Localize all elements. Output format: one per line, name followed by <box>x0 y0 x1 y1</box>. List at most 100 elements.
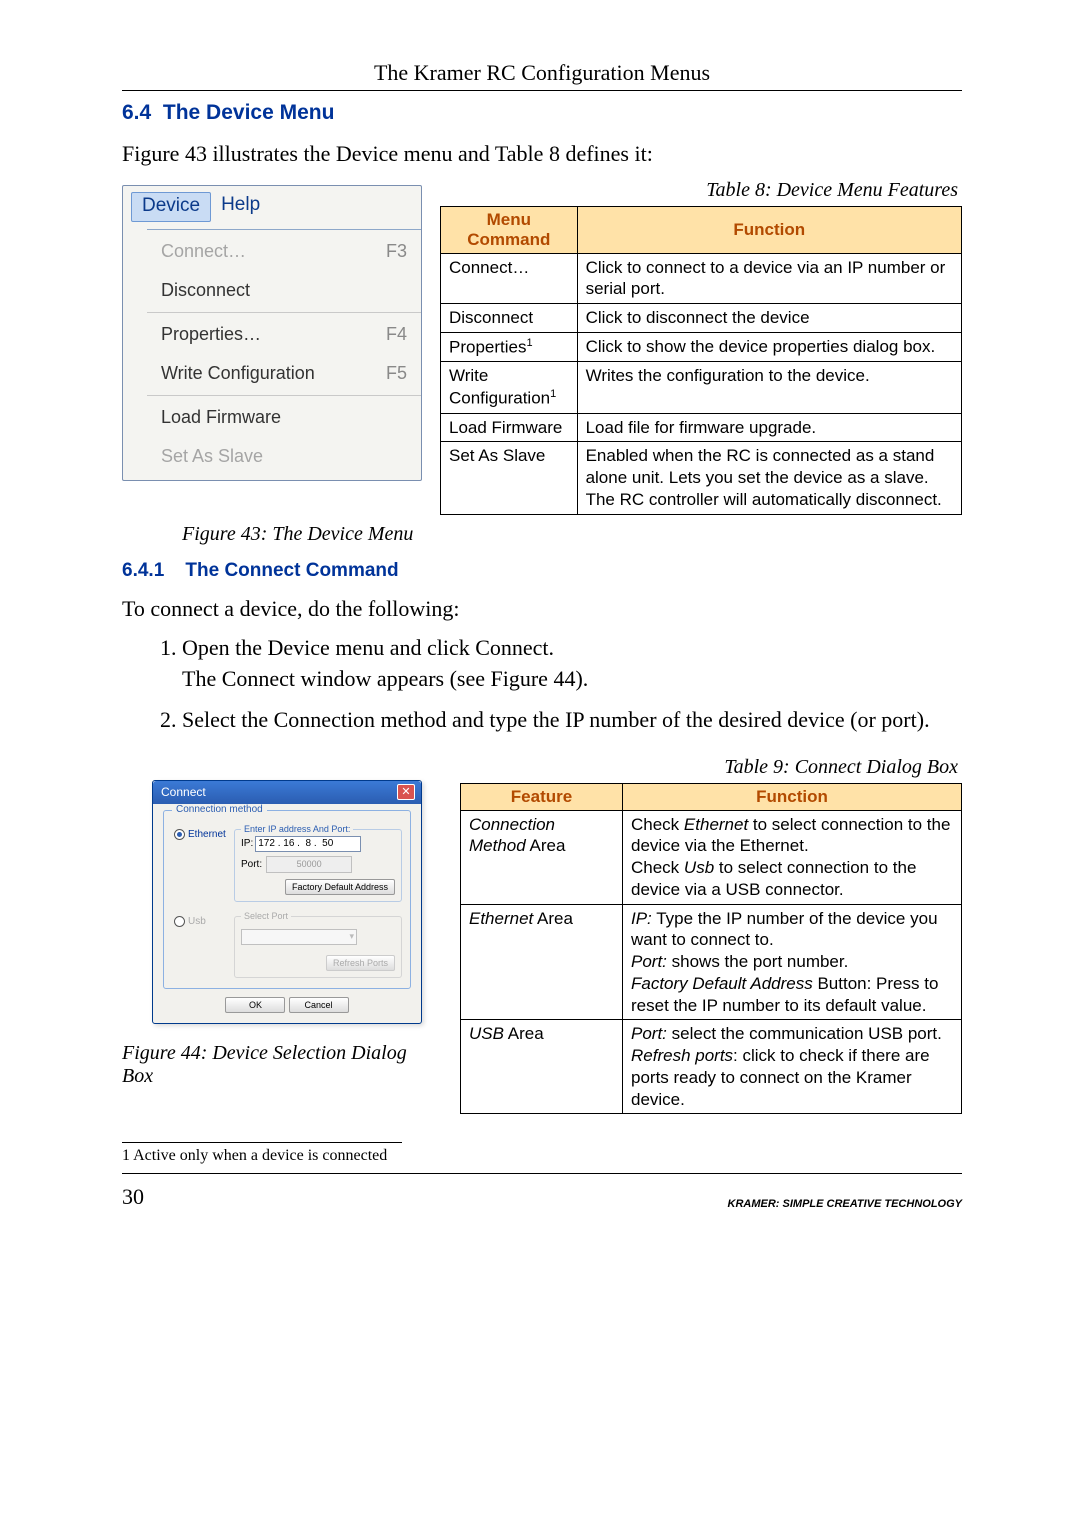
table-row: Write Configuration1 Writes the configur… <box>441 362 962 413</box>
port-input[interactable] <box>266 856 352 873</box>
menu-item-label: Disconnect <box>161 280 250 301</box>
menu-separator <box>147 395 421 396</box>
footer-rule <box>122 1173 962 1174</box>
table-cell: Click to show the device properties dial… <box>577 332 961 361</box>
radio-unselected-icon <box>174 916 185 927</box>
footer-tagline: KRAMER: SIMPLE CREATIVE TECHNOLOGY <box>728 1198 962 1210</box>
group-legend: Connection method <box>172 804 267 815</box>
table-cell: Disconnect <box>441 304 578 333</box>
running-header: The Kramer RC Configuration Menus <box>122 60 962 86</box>
table-8-caption: Table 8: Device Menu Features <box>440 179 962 202</box>
section-intro: Figure 43 illustrates the Device menu an… <box>122 139 962 169</box>
list-item: Open the Device menu and click Connect.T… <box>182 633 962 695</box>
device-dropdown: Connect… F3 Disconnect Properties… F4 Wr… <box>147 229 421 480</box>
page-number: 30 <box>122 1184 144 1210</box>
figure-44-caption: Figure 44: Device Selection Dialog Box <box>122 1042 430 1088</box>
radio-selected-icon <box>174 829 185 840</box>
table-row: Set As Slave Enabled when the RC is conn… <box>441 442 962 514</box>
steps-list: Open the Device menu and click Connect.T… <box>122 633 962 735</box>
menu-item-shortcut <box>395 280 407 301</box>
table-cell: Connect… <box>441 253 578 304</box>
table-row: Disconnect Click to disconnect the devic… <box>441 304 962 333</box>
table-header-cell: Function <box>577 206 961 253</box>
box-legend: Enter IP address And Port: <box>241 824 353 834</box>
menu-item-write-configuration[interactable]: Write Configuration F5 <box>147 354 421 393</box>
table-8: Menu Command Function Connect… Click to … <box>440 206 962 515</box>
table-cell: Load Firmware <box>441 413 578 442</box>
ip-label: IP: <box>241 838 253 849</box>
menu-item-shortcut: F4 <box>374 324 407 345</box>
port-label: Port: <box>241 859 262 870</box>
table-cell: Ethernet Area <box>461 904 623 1020</box>
table-cell: Writes the configuration to the device. <box>577 362 961 413</box>
table-row: Ethernet AreaIP: Type the IP number of t… <box>461 904 962 1020</box>
section-title: The Device Menu <box>163 101 335 124</box>
usb-box: Select Port ▾ Refresh Ports <box>234 916 402 978</box>
subsection-para: To connect a device, do the following: <box>122 594 962 624</box>
menu-item-label: Set As Slave <box>161 446 263 467</box>
table-cell: Enabled when the RC is connected as a st… <box>577 442 961 514</box>
table-header-cell: Function <box>623 783 962 810</box>
table-cell: Write Configuration1 <box>441 362 578 413</box>
table-header-cell: Menu Command <box>441 206 578 253</box>
table-9-caption: Table 9: Connect Dialog Box <box>460 756 962 779</box>
table-cell: Click to connect to a device via an IP n… <box>577 253 961 304</box>
dialog-titlebar: Connect ✕ <box>153 781 421 804</box>
table-9: Feature Function Connection Method AreaC… <box>460 783 962 1115</box>
menu-item-label: Connect… <box>161 241 246 262</box>
ip-input[interactable] <box>255 836 361 852</box>
menu-item-shortcut: F3 <box>374 241 407 262</box>
radio-label: Ethernet <box>188 829 226 840</box>
cancel-button[interactable]: Cancel <box>289 997 349 1013</box>
table-cell: Check Ethernet to select connection to t… <box>623 810 962 904</box>
menu-item-label: Load Firmware <box>161 407 281 428</box>
table-row: Properties1 Click to show the device pro… <box>441 332 962 361</box>
table-cell: Properties1 <box>441 332 578 361</box>
section-number: 6.4 <box>122 101 151 124</box>
factory-default-button[interactable]: Factory Default Address <box>285 879 395 895</box>
menu-item-shortcut: F5 <box>374 363 407 384</box>
section-6-4-heading: 6.4 The Device Menu <box>122 101 962 125</box>
refresh-ports-button[interactable]: Refresh Ports <box>326 955 395 971</box>
close-icon[interactable]: ✕ <box>397 784 415 800</box>
table-row: Connection Method AreaCheck Ethernet to … <box>461 810 962 904</box>
menu-bar-help[interactable]: Help <box>211 192 270 222</box>
subsection-title: The Connect Command <box>185 560 398 581</box>
table-cell: IP: Type the IP number of the device you… <box>623 904 962 1020</box>
figure-43-caption: Figure 43: The Device Menu <box>182 523 962 546</box>
header-rule <box>122 90 962 91</box>
ok-button[interactable]: OK <box>225 997 285 1013</box>
table-row: Connect… Click to connect to a device vi… <box>441 253 962 304</box>
footnote-text: 1 Active only when a device is connected <box>122 1147 962 1165</box>
table-cell: Load file for firmware upgrade. <box>577 413 961 442</box>
menu-bar-device[interactable]: Device <box>131 192 211 222</box>
menu-bar: Device Help <box>123 186 421 228</box>
menu-item-disconnect[interactable]: Disconnect <box>147 271 421 310</box>
menu-item-load-firmware[interactable]: Load Firmware <box>147 398 421 437</box>
table-row: USB AreaPort: select the communication U… <box>461 1020 962 1114</box>
chevron-down-icon: ▾ <box>349 931 354 942</box>
menu-item-label: Write Configuration <box>161 363 315 384</box>
connection-method-group: Connection method Ethernet Enter IP addr… <box>163 810 411 989</box>
table-cell: Connection Method Area <box>461 810 623 904</box>
table-cell: Port: select the communication USB port.… <box>623 1020 962 1114</box>
box-legend: Select Port <box>241 911 291 921</box>
usb-port-select[interactable]: ▾ <box>241 929 357 945</box>
table-header-cell: Feature <box>461 783 623 810</box>
menu-item-connect[interactable]: Connect… F3 <box>147 232 421 271</box>
ethernet-box: Enter IP address And Port: IP: Port: <box>234 829 402 902</box>
ethernet-radio[interactable]: Ethernet <box>174 829 234 840</box>
radio-label: Usb <box>188 916 206 927</box>
menu-item-shortcut <box>395 407 407 428</box>
menu-item-set-as-slave[interactable]: Set As Slave <box>147 437 421 476</box>
list-item: Select the Connection method and type th… <box>182 705 962 736</box>
dialog-title: Connect <box>161 785 206 799</box>
usb-radio[interactable]: Usb <box>174 916 234 927</box>
menu-item-properties[interactable]: Properties… F4 <box>147 315 421 354</box>
table-cell: Click to disconnect the device <box>577 304 961 333</box>
table-row: Load Firmware Load file for firmware upg… <box>441 413 962 442</box>
footnote-rule <box>122 1142 402 1143</box>
menu-separator <box>147 312 421 313</box>
table-cell: Set As Slave <box>441 442 578 514</box>
menu-item-shortcut <box>395 446 407 467</box>
